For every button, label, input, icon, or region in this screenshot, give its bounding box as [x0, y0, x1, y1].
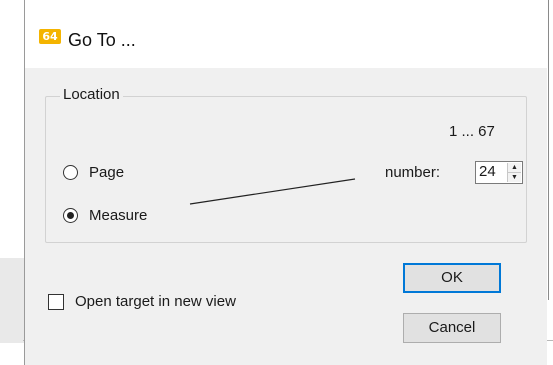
- cancel-button[interactable]: Cancel: [403, 313, 501, 343]
- ok-button[interactable]: OK: [403, 263, 501, 293]
- number-input[interactable]: 24: [479, 163, 496, 180]
- go-to-dialog: 64 Go To ... Location 1 ... 67 Page Meas…: [24, 0, 547, 365]
- number-label: number:: [385, 164, 441, 181]
- open-in-new-view-label[interactable]: Open target in new view: [75, 293, 236, 310]
- connector-line: [189, 178, 356, 205]
- spin-buttons: ▲ ▼: [507, 163, 521, 182]
- number-spinbox[interactable]: 24 ▲ ▼: [475, 161, 523, 184]
- background-window-strip: [0, 258, 24, 343]
- background-window-edge: [548, 0, 549, 300]
- open-in-new-view-checkbox[interactable]: [48, 294, 64, 310]
- spin-down-button[interactable]: ▼: [508, 173, 521, 182]
- spin-up-button[interactable]: ▲: [508, 163, 521, 173]
